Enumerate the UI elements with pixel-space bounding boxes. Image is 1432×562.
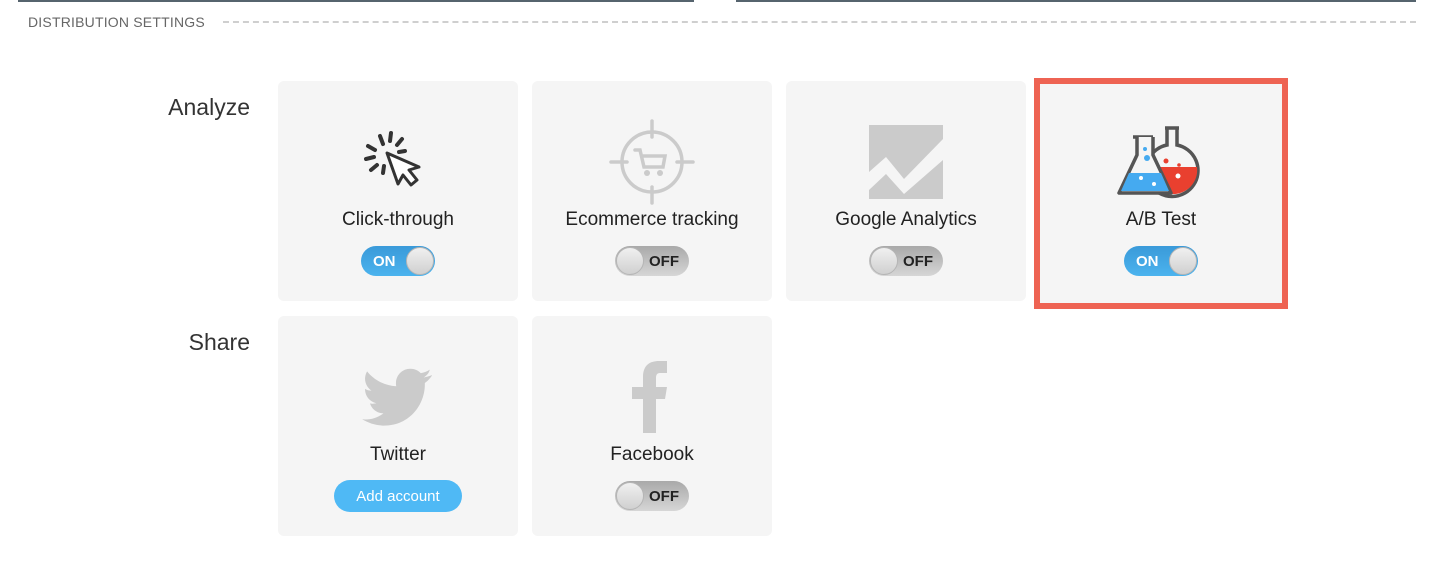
toggle-state: OFF [649, 488, 679, 505]
card-label: Facebook [610, 444, 694, 465]
card-label: Ecommerce tracking [565, 209, 739, 230]
section-title: DISTRIBUTION SETTINGS [28, 14, 205, 30]
toggle-knob [406, 247, 434, 275]
card-google-analytics: Google Analytics OFF [786, 81, 1026, 301]
twitter-bird-icon [353, 352, 443, 442]
toggle-knob [616, 247, 644, 275]
card-facebook: Facebook OFF [532, 316, 772, 536]
facebook-toggle[interactable]: OFF [615, 481, 689, 511]
toggle-state: OFF [903, 253, 933, 270]
distribution-settings-page: DISTRIBUTION SETTINGS Analyze Click-thro… [0, 0, 1432, 562]
highlight-frame [1034, 78, 1288, 309]
cart-target-icon [607, 117, 697, 207]
cursor-click-icon [353, 117, 443, 207]
group-label-share: Share [188, 329, 250, 355]
group-label-analyze: Analyze [168, 94, 250, 120]
toggle-state: ON [373, 253, 396, 270]
card-twitter: Twitter Add account [278, 316, 518, 536]
card-click-through: Click-through ON [278, 81, 518, 301]
card-label: Google Analytics [835, 209, 977, 230]
card-ecommerce-tracking: Ecommerce tracking OFF [532, 81, 772, 301]
toggle-knob [616, 482, 644, 510]
input-bottom-edge [736, 0, 1416, 2]
click-through-toggle[interactable]: ON [361, 246, 435, 276]
ecommerce-tracking-toggle[interactable]: OFF [615, 246, 689, 276]
card-label: Twitter [370, 444, 426, 465]
section-header: DISTRIBUTION SETTINGS [28, 12, 1416, 32]
section-divider [222, 21, 1416, 23]
card-label: Click-through [342, 209, 454, 230]
facebook-f-icon [607, 352, 697, 442]
google-analytics-toggle[interactable]: OFF [869, 246, 943, 276]
input-bottom-edge [18, 0, 694, 2]
toggle-state: OFF [649, 253, 679, 270]
add-account-button[interactable]: Add account [334, 480, 462, 512]
toggle-knob [870, 247, 898, 275]
analytics-chart-icon [861, 117, 951, 207]
